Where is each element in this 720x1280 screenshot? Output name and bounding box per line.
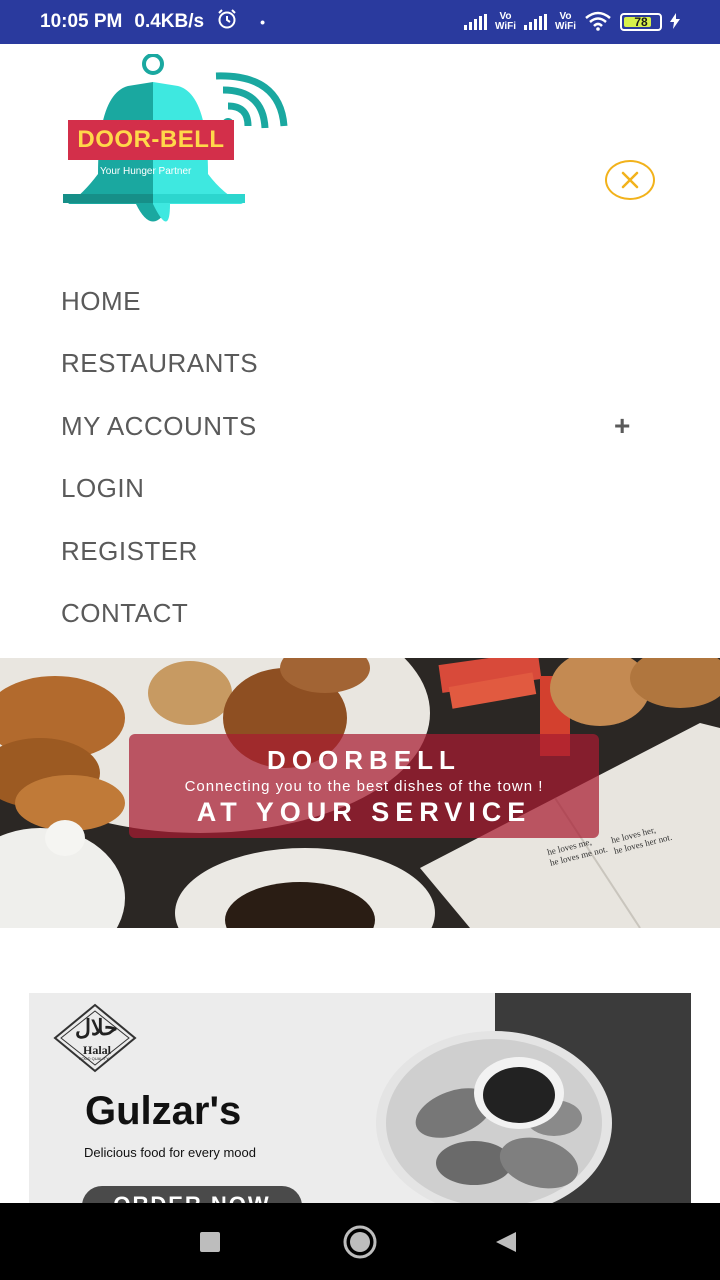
menu-item-my-accounts[interactable]: MY ACCOUNTS + <box>61 395 661 458</box>
signal-icon <box>463 14 487 30</box>
order-now-label: ORDER NOW <box>113 1192 270 1203</box>
close-menu-button[interactable] <box>605 160 655 200</box>
menu-item-contact[interactable]: CONTACT <box>61 583 661 646</box>
menu-item-home[interactable]: HOME <box>61 270 661 333</box>
menu-item-label: MY ACCOUNTS <box>61 410 257 441</box>
battery-icon: 78 <box>620 13 662 31</box>
recents-button[interactable] <box>170 1203 250 1280</box>
halal-subtext: FOOD QUALITY <box>79 1056 109 1061</box>
menu-item-label: RESTAURANTS <box>61 348 259 379</box>
back-button[interactable] <box>466 1203 546 1280</box>
menu-item-label: HOME <box>61 285 141 316</box>
close-icon <box>621 171 639 189</box>
menu-item-label: CONTACT <box>61 598 189 629</box>
restaurant-card[interactable]: حلال Halal FOOD QUALITY Gulzar's Delicio… <box>29 993 691 1203</box>
banner-title: DOORBELL <box>267 744 461 775</box>
logo-tagline: Your Hunger Partner <box>100 166 192 177</box>
square-icon <box>200 1231 220 1252</box>
circle-icon <box>343 1225 377 1258</box>
status-time: 10:05 PM <box>40 11 123 32</box>
alarm-icon <box>216 8 238 36</box>
restaurant-name: Gulzar's <box>85 1089 242 1133</box>
side-menu: HOME RESTAURANTS MY ACCOUNTS + LOGIN REG… <box>61 270 661 645</box>
hero-banner: he loves me, he loves me not. he loves h… <box>0 658 720 928</box>
plus-icon[interactable]: + <box>614 410 631 442</box>
menu-item-register[interactable]: REGISTER <box>61 520 661 583</box>
signal-icon <box>523 14 547 30</box>
charging-icon <box>670 12 680 32</box>
status-dot: • <box>260 14 265 30</box>
order-now-button[interactable]: ORDER NOW <box>82 1186 302 1203</box>
food-plate-image <box>376 1031 612 1203</box>
status-speed: 0.4KB/s <box>134 11 205 32</box>
system-nav-bar <box>0 1203 720 1280</box>
vowifi-label: Vo WiFi <box>554 11 576 32</box>
back-triangle-icon <box>496 1231 516 1252</box>
home-button[interactable] <box>320 1203 400 1280</box>
menu-item-label: REGISTER <box>61 535 198 566</box>
halal-arabic: حلال <box>75 1015 118 1040</box>
banner-overlay: DOORBELL Connecting you to the best dish… <box>129 734 599 838</box>
logo-title: DOOR-BELL <box>77 126 225 153</box>
wifi-icon <box>584 11 612 34</box>
logo-badge: DOOR-BELL <box>68 120 234 160</box>
menu-item-login[interactable]: LOGIN <box>61 458 661 521</box>
menu-item-label: LOGIN <box>61 473 145 504</box>
banner-cta: AT YOUR SERVICE <box>196 796 532 827</box>
battery-level: 78 <box>634 15 648 29</box>
vowifi-label: Vo WiFi <box>494 11 516 32</box>
banner-subtitle: Connecting you to the best dishes of the… <box>184 777 544 795</box>
menu-item-restaurants[interactable]: RESTAURANTS <box>61 333 661 396</box>
halal-badge: حلال Halal FOOD QUALITY <box>49 1003 141 1073</box>
status-bar: 10:05 PM 0.4KB/s • Vo WiFi Vo WiFi 78 <box>0 0 720 44</box>
app-logo[interactable]: DOOR-BELL Your Hunger Partner <box>58 54 298 229</box>
restaurant-tagline: Delicious food for every mood <box>84 1145 256 1160</box>
